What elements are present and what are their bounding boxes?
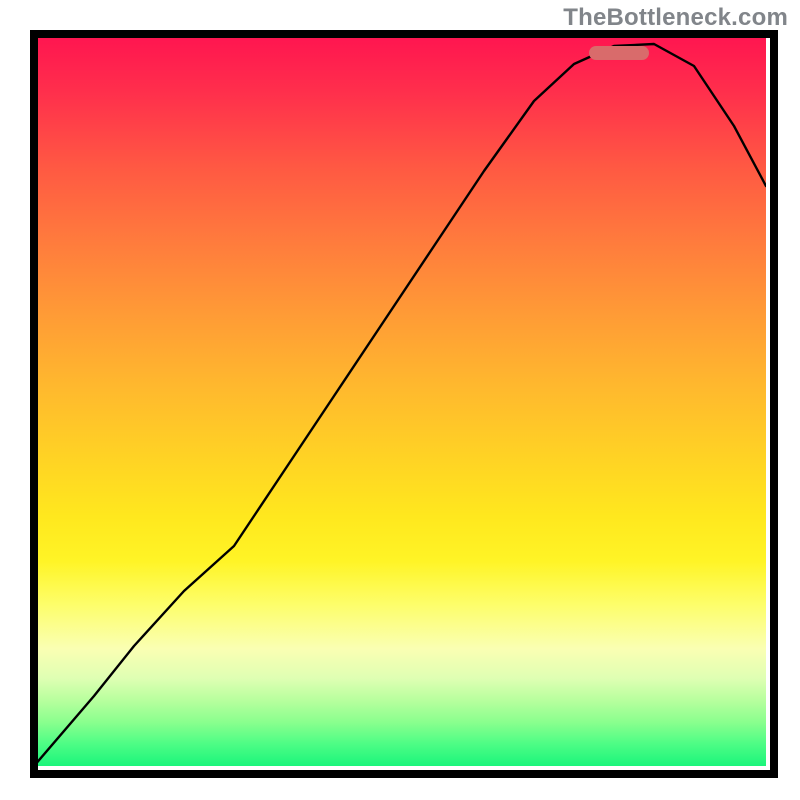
chart-overlay bbox=[34, 34, 766, 766]
bottleneck-curve bbox=[34, 44, 766, 766]
watermark: TheBottleneck.com bbox=[563, 4, 788, 32]
chart-frame: TheBottleneck.com bbox=[0, 0, 800, 800]
plot-area bbox=[34, 34, 766, 766]
optimal-marker bbox=[589, 46, 649, 60]
